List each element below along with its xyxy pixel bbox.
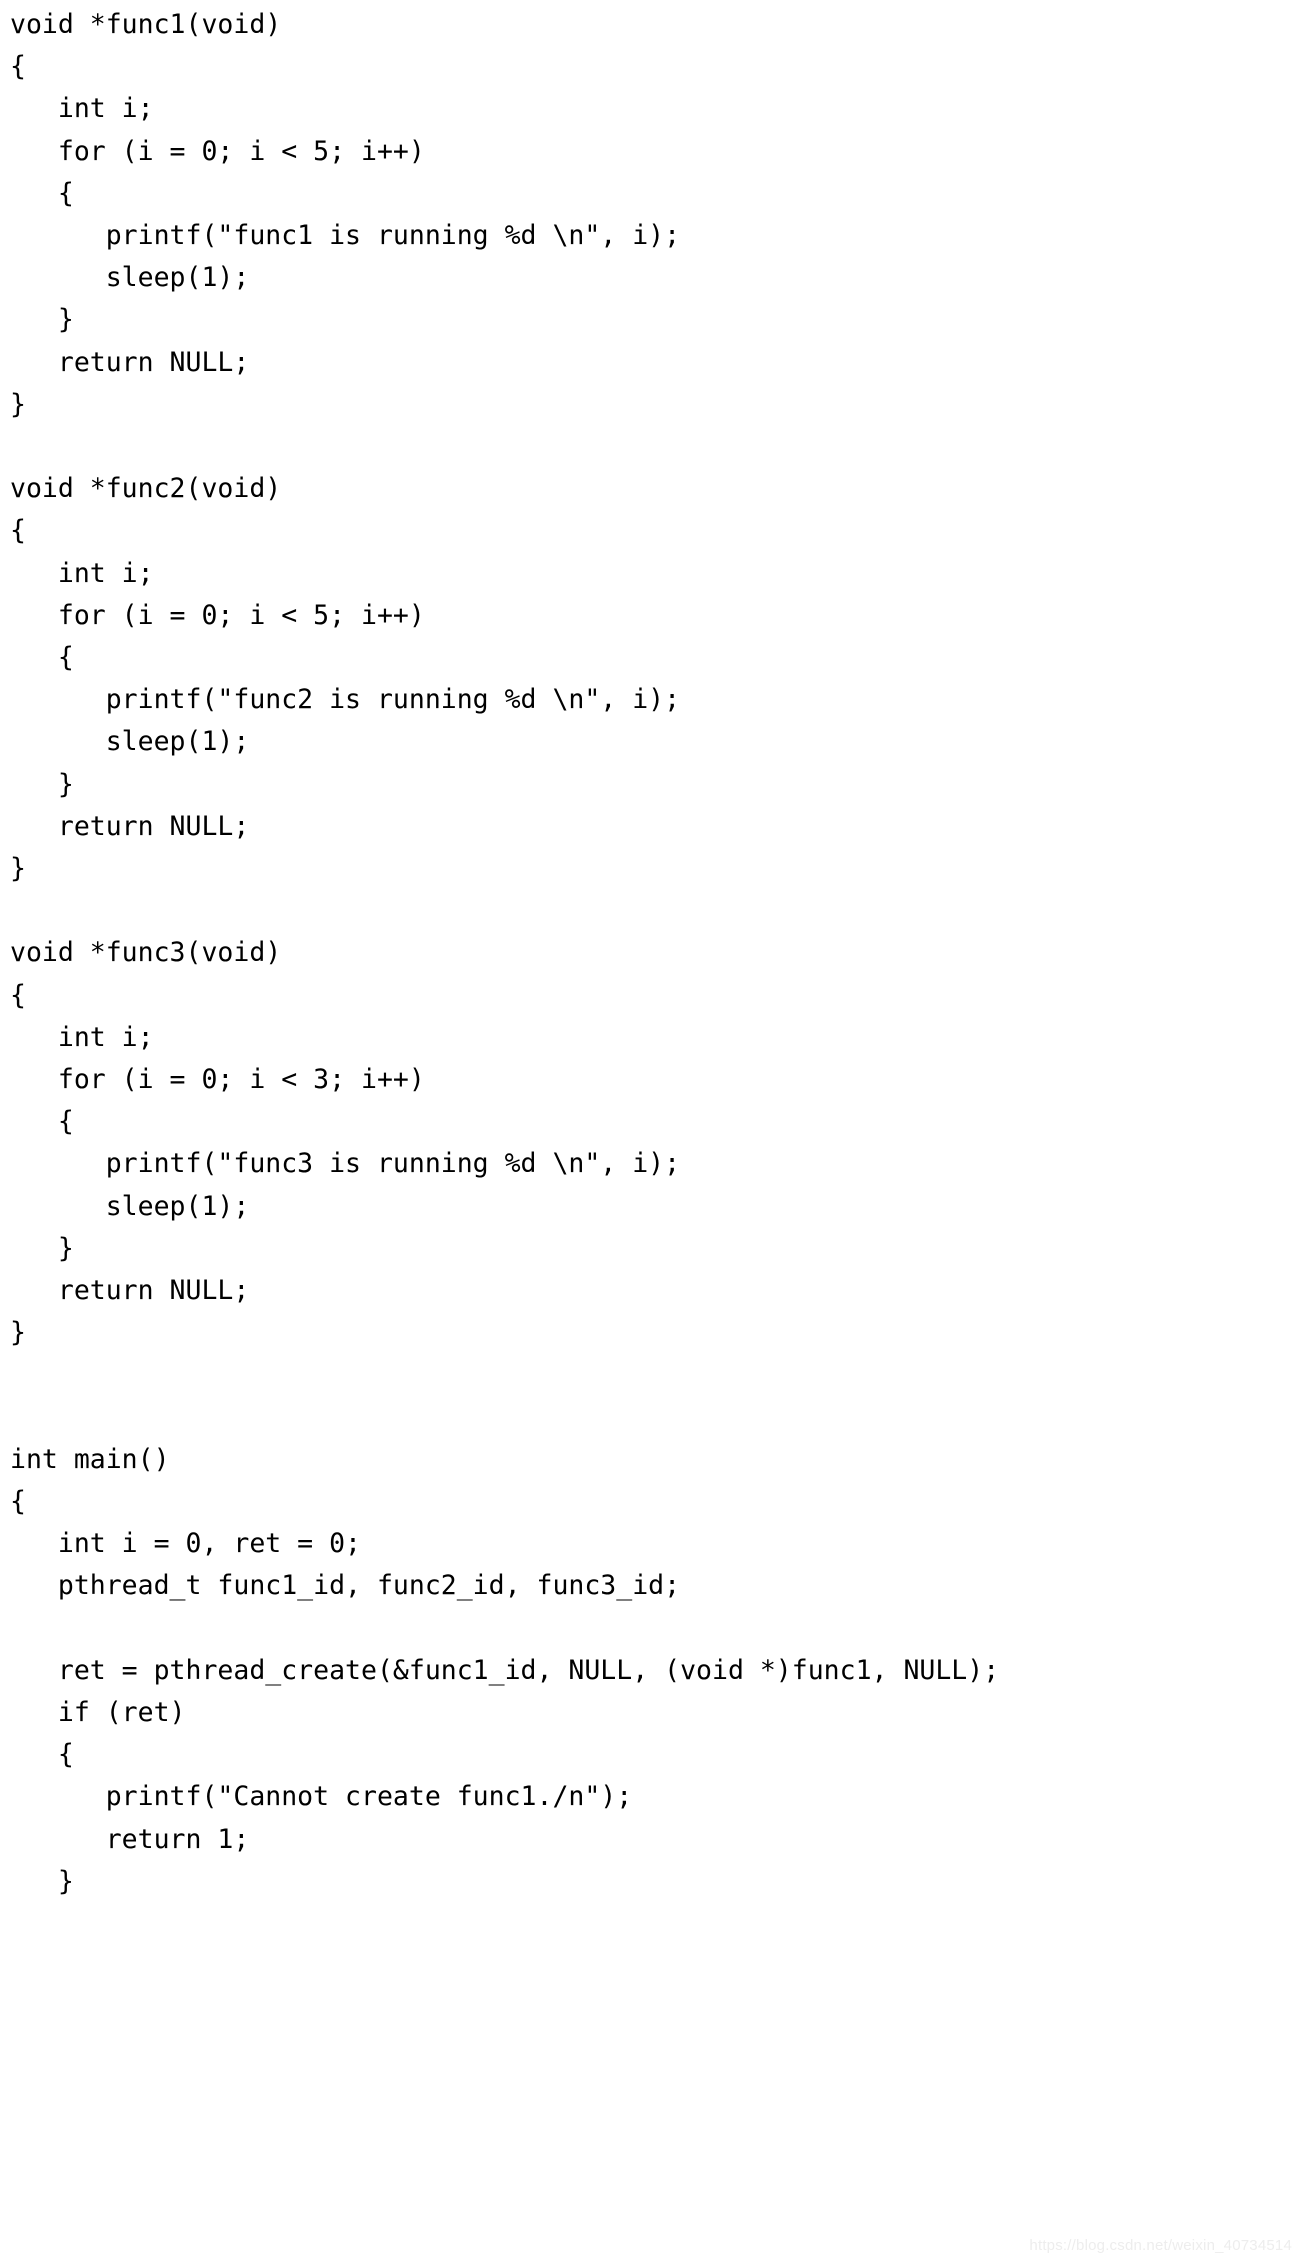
code-line: { <box>10 979 26 1011</box>
code-line: void *func3(void) <box>10 937 282 969</box>
code-line: } <box>10 1865 74 1897</box>
code-line: for (i = 0; i < 5; i++) <box>10 135 425 167</box>
code-line: for (i = 0; i < 3; i++) <box>10 1064 425 1096</box>
code-line: { <box>10 51 26 83</box>
code-line: } <box>10 1232 74 1264</box>
code-line: } <box>10 1317 26 1349</box>
code-line: printf("func1 is running %d \n", i); <box>10 220 681 252</box>
code-line: sleep(1); <box>10 726 250 758</box>
code-line: ret = pthread_create(&func1_id, NULL, (v… <box>10 1654 1000 1686</box>
code-line: return 1; <box>10 1823 250 1855</box>
code-line: } <box>10 853 26 885</box>
code-line: return NULL; <box>10 346 250 378</box>
code-line: void *func1(void) <box>10 9 282 40</box>
code-line: int i = 0, ret = 0; <box>10 1528 361 1560</box>
code-line: printf("func2 is running %d \n", i); <box>10 684 681 716</box>
code-line: int i; <box>10 557 154 589</box>
code-line: void *func2(void) <box>10 473 282 505</box>
code-line: } <box>10 388 26 420</box>
code-line: int i; <box>10 93 154 125</box>
code-line: printf("Cannot create func1./n"); <box>10 1781 633 1813</box>
code-line: sleep(1); <box>10 262 250 294</box>
code-line: printf("func3 is running %d \n", i); <box>10 1148 681 1180</box>
code-line: pthread_t func1_id, func2_id, func3_id; <box>10 1570 681 1602</box>
code-line: return NULL; <box>10 1275 250 1307</box>
code-line: return NULL; <box>10 810 250 842</box>
code-line: { <box>10 642 74 674</box>
watermark: https://blog.csdn.net/weixin_40734514 <box>1029 2237 1292 2254</box>
code-line: { <box>10 177 74 209</box>
code-line: if (ret) <box>10 1697 186 1729</box>
code-line: int i; <box>10 1021 154 1053</box>
code-line: { <box>10 515 26 547</box>
code-line: { <box>10 1486 26 1518</box>
code-line: int main() <box>10 1443 170 1475</box>
code-listing: void *func1(void) { int i; for (i = 0; i … <box>0 0 1304 1903</box>
code-line: sleep(1); <box>10 1190 250 1222</box>
code-line: { <box>10 1106 74 1138</box>
code-line: { <box>10 1739 74 1771</box>
code-line: } <box>10 768 74 800</box>
code-line: } <box>10 304 74 336</box>
code-line: for (i = 0; i < 5; i++) <box>10 599 425 631</box>
